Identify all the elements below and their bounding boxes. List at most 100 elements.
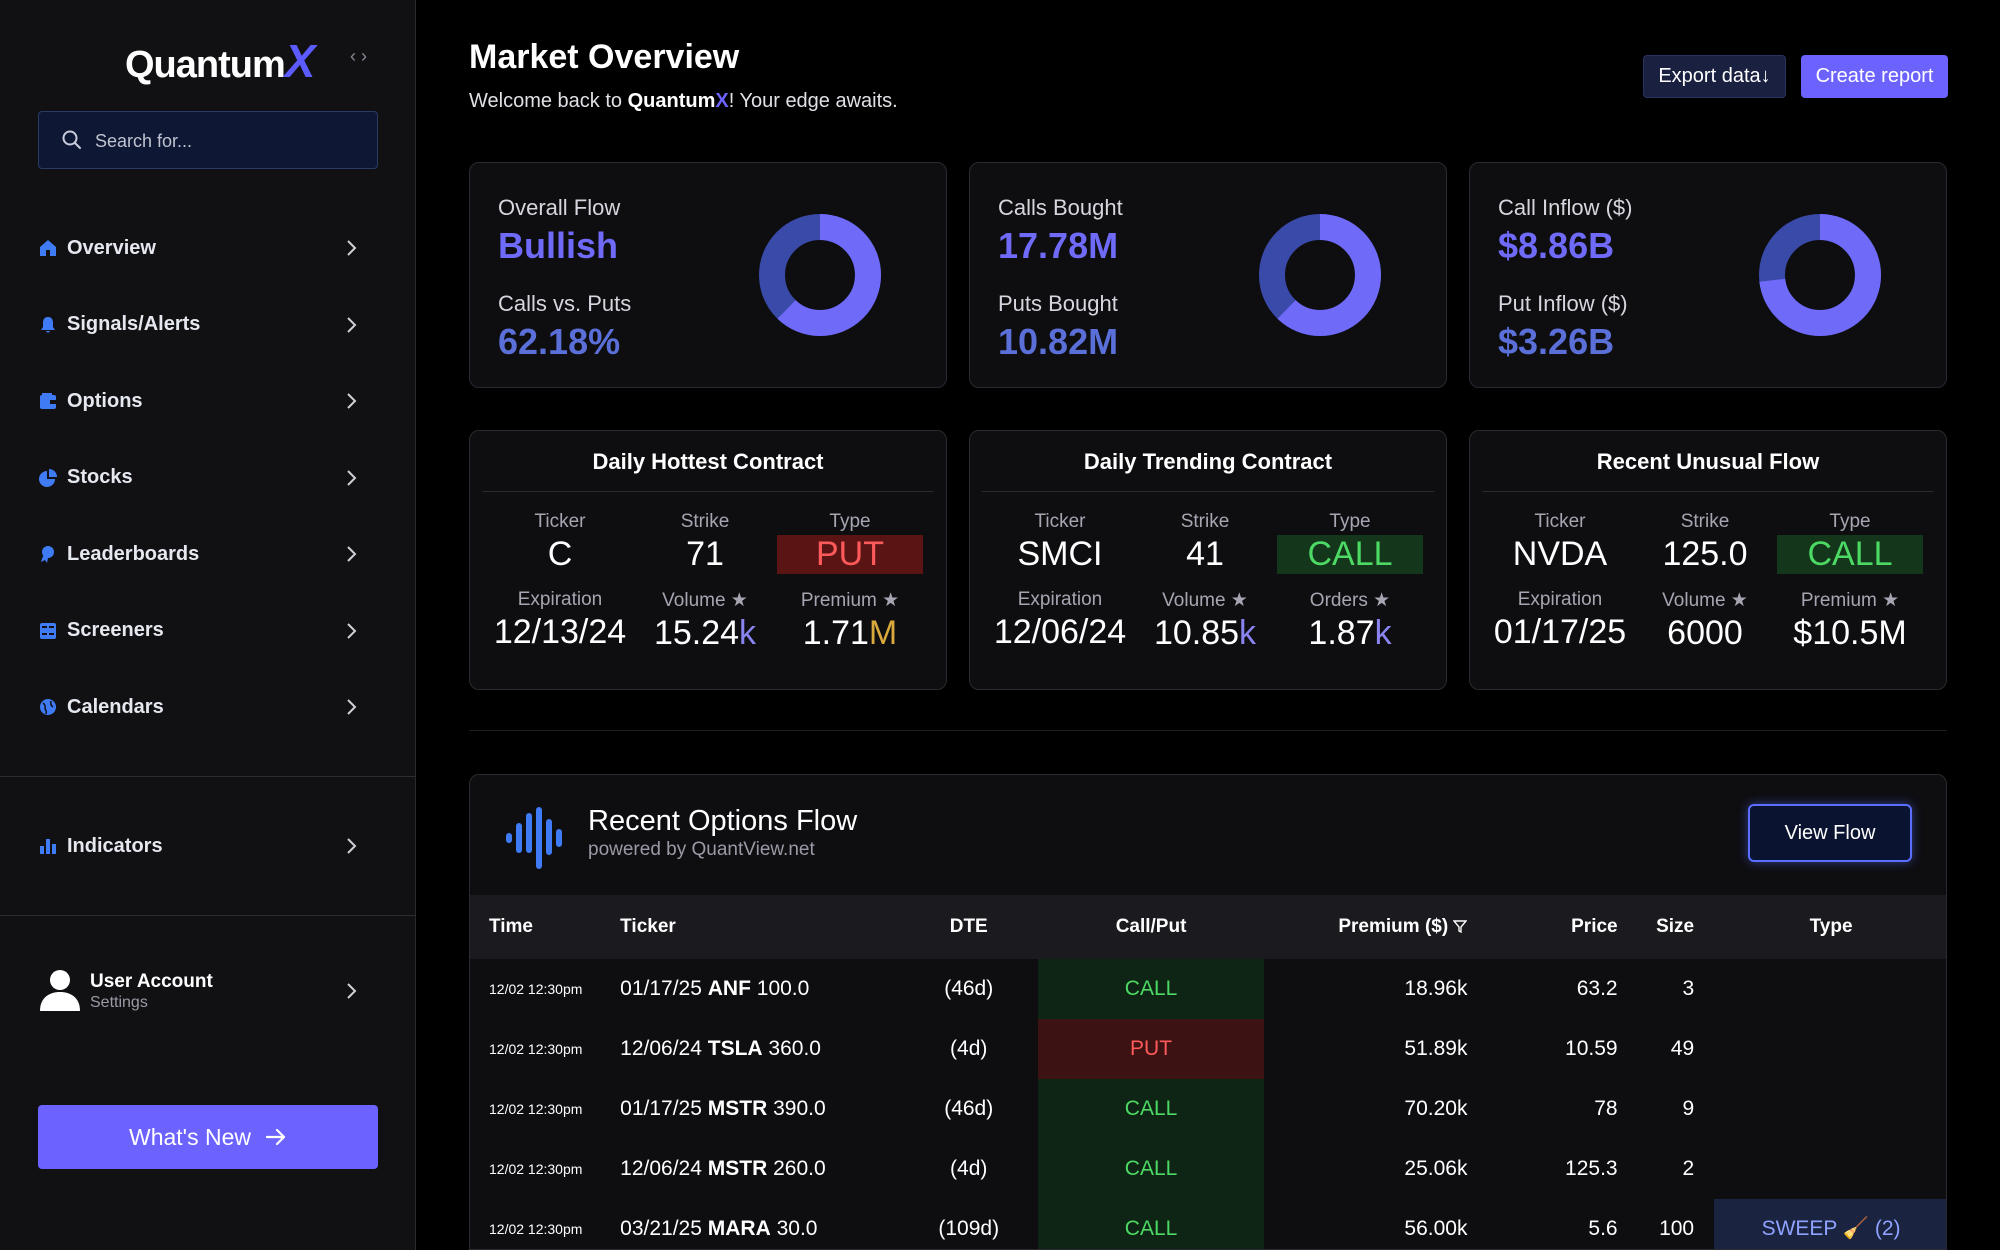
col-premium[interactable]: Premium ($) [1263, 895, 1468, 959]
sidebar: QuantumX ‹ › Overview Signals/Alerts Opt… [0, 0, 416, 1250]
sidebar-item-overview[interactable]: Overview [0, 210, 416, 287]
table-header-row: Time Ticker DTE Call/Put Premium ($) Pri… [470, 895, 1946, 959]
flow-table: Time Ticker DTE Call/Put Premium ($) Pri… [470, 895, 1946, 1249]
donut-chart [759, 214, 881, 336]
col-type[interactable]: Type [1714, 895, 1946, 959]
whats-new-button[interactable]: What's New [38, 1105, 378, 1169]
orders-cell: Orders ★ 1.87k [1308, 590, 1392, 652]
flow-subtitle: powered by QuantView.net [588, 839, 815, 860]
chevron-right-icon [347, 699, 357, 715]
table-row[interactable]: 12/02 12:30pm 12/06/24 TSLA 360.0 (4d) P… [470, 1019, 1946, 1079]
stat-card-calls-bought: Calls Bought 17.78M Puts Bought 10.82M [969, 162, 1447, 388]
sound-wave-icon [506, 807, 562, 869]
contract-card-title: Daily Trending Contract [1083, 449, 1333, 474]
sidebar-item-calendars[interactable]: Calendars [0, 669, 416, 746]
cell-premium: 70.20k [1404, 1097, 1468, 1120]
card-divider [1482, 491, 1934, 492]
expiration-cell: Expiration 12/06/24 [993, 589, 1127, 651]
logo[interactable]: QuantumX [125, 34, 315, 88]
user-name: User Account [90, 971, 213, 992]
col-size[interactable]: Size [1617, 895, 1715, 959]
cell-call-put: CALL [1038, 959, 1264, 1019]
cell-time: 12/02 12:30pm [489, 1101, 583, 1117]
table-row[interactable]: 12/02 12:30pm 12/06/24 MSTR 260.0 (4d) C… [470, 1139, 1946, 1199]
chevron-right-icon [347, 546, 357, 562]
stat-value: $8.86B [1498, 225, 1615, 266]
contract-card-title: Recent Unusual Flow [1596, 449, 1820, 474]
contract-card-title: Daily Hottest Contract [592, 449, 824, 474]
contract-card-hottest[interactable]: Daily Hottest Contract Ticker C Strike 71 … [469, 430, 947, 690]
cell-ticker: 12/06/24 TSLA 360.0 [620, 1037, 821, 1060]
put-badge: PUT [777, 535, 923, 574]
page-title: Market Overview [469, 38, 740, 76]
cell-premium: 56.00k [1404, 1217, 1468, 1240]
cell-size: 49 [1670, 1037, 1695, 1060]
main-content: Market Overview Welcome back to QuantumX… [417, 0, 2000, 1250]
col-call-put[interactable]: Call/Put [1038, 895, 1264, 959]
cell-type [1714, 1079, 1946, 1139]
stat-card-call-inflow: Call Inflow ($) $8.86B Put Inflow ($) $3… [1469, 162, 1947, 388]
sidebar-item-screeners[interactable]: Screeners [0, 593, 416, 670]
export-data-button[interactable]: Export data↓ [1643, 55, 1786, 98]
cell-call-put: PUT [1038, 1019, 1264, 1079]
sidebar-item-label: Calendars [67, 695, 164, 718]
cell-ticker: 12/06/24 MSTR 260.0 [620, 1157, 826, 1180]
filter-icon[interactable] [1452, 919, 1468, 934]
stat-label: Calls vs. Puts [498, 291, 632, 316]
search-input[interactable] [95, 124, 355, 158]
table-row[interactable]: 12/02 12:30pm 01/17/25 MSTR 390.0 (46d) … [470, 1079, 1946, 1139]
cell-dte: (4d) [950, 1157, 988, 1180]
col-dte[interactable]: DTE [899, 895, 1039, 959]
chevron-right-icon [347, 838, 357, 854]
options-flow-panel: Recent Options Flow powered by QuantView… [469, 774, 1947, 1250]
cell-price: 5.6 [1588, 1217, 1618, 1240]
col-price[interactable]: Price [1467, 895, 1618, 959]
cell-dte: (46d) [944, 977, 994, 1000]
premium-cell: Premium ★ 1.71M [800, 590, 900, 652]
col-time[interactable]: Time [470, 895, 621, 959]
cell-premium: 18.96k [1404, 977, 1468, 1000]
strike-cell: Strike 41 [1180, 511, 1230, 573]
cell-dte: (4d) [950, 1037, 988, 1060]
welcome-message: Welcome back to QuantumX! Your edge awai… [469, 90, 898, 112]
sidebar-item-label: Indicators [67, 834, 163, 857]
contract-card-unusual[interactable]: Recent Unusual Flow Ticker NVDA Strike 125… [1469, 430, 1947, 690]
ticker-cell: Ticker SMCI [1017, 511, 1103, 573]
type-cell: Type CALL [1777, 511, 1923, 574]
search-box[interactable] [38, 111, 378, 169]
call-badge: CALL [1277, 535, 1423, 574]
pie-chart-icon [39, 468, 57, 487]
contract-card-trending[interactable]: Daily Trending Contract Ticker SMCI Strik… [969, 430, 1447, 690]
avatar [40, 970, 80, 1011]
cell-dte: (109d) [938, 1217, 1000, 1240]
sidebar-item-signals[interactable]: Signals/Alerts [0, 287, 416, 364]
cell-type [1714, 1139, 1946, 1199]
ticker-cell: Ticker C [534, 511, 586, 573]
table-row[interactable]: 12/02 12:30pm 01/17/25 ANF 100.0 (46d) C… [470, 959, 1946, 1019]
collapse-sidebar-icon[interactable]: ‹ › [350, 46, 367, 67]
cell-time: 12/02 12:30pm [489, 1221, 583, 1237]
ticker-cell: Ticker NVDA [1512, 511, 1608, 573]
chevron-right-icon [347, 316, 357, 333]
create-report-button[interactable]: Create report [1801, 55, 1948, 98]
table-row[interactable]: 12/02 12:30pm 03/21/25 MARA 30.0 (109d) … [470, 1199, 1946, 1249]
sidebar-item-indicators[interactable]: Indicators [0, 808, 416, 885]
call-badge: CALL [1777, 535, 1923, 574]
wallet-icon [40, 393, 56, 410]
grid-icon [40, 622, 56, 639]
stat-label: Puts Bought [998, 291, 1118, 316]
col-ticker[interactable]: Ticker [620, 895, 900, 959]
sidebar-item-leaderboards[interactable]: Leaderboards [0, 516, 416, 593]
volume-cell: Volume ★ 15.24k [653, 590, 757, 652]
view-flow-button[interactable]: View Flow [1748, 804, 1912, 862]
user-account[interactable]: User Account Settings [40, 967, 380, 1017]
chevron-right-icon [347, 393, 357, 409]
sidebar-item-stocks[interactable]: Stocks [0, 440, 416, 517]
cell-price: 78 [1594, 1097, 1618, 1120]
cell-ticker: 01/17/25 MSTR 390.0 [620, 1097, 826, 1120]
cell-call-put: CALL [1038, 1139, 1264, 1199]
card-divider [982, 491, 1434, 492]
flow-title: Recent Options Flow [588, 805, 858, 837]
sidebar-item-options[interactable]: Options [0, 363, 416, 440]
stat-value: 17.78M [998, 225, 1119, 266]
